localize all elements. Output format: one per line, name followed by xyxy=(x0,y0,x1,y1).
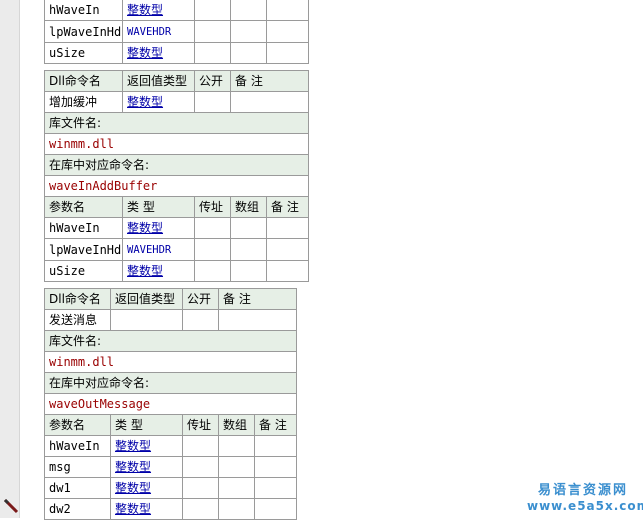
col-param-type: 类 型 xyxy=(110,414,183,436)
param-row: uSize 整数型 xyxy=(44,42,309,64)
param-array xyxy=(230,42,267,64)
dll-block-3-header: Dll命令名 返回值类型 公开 备 注 发送消息 库文件名: winmm.dll… xyxy=(44,288,297,415)
dll-block-1-params: hWaveIn 整数型 lpWaveInHdr WAVEHDR uSize 整数… xyxy=(44,0,309,64)
param-type: WAVEHDR xyxy=(127,244,172,256)
cmd-name: 增加缓冲 xyxy=(44,91,123,113)
dll-block-2-params: 参数名 类 型 传址 数组 备 注 hWaveIn 整数型 lpWaveInHd… xyxy=(44,196,309,282)
param-type-link[interactable]: 整数型 xyxy=(127,46,163,60)
param-row: hWaveIn 整数型 xyxy=(44,217,309,239)
col-param-note: 备 注 xyxy=(254,414,297,436)
param-array xyxy=(230,0,267,21)
param-header-row: 参数名 类 型 传址 数组 备 注 xyxy=(44,196,309,218)
param-type-link[interactable]: 整数型 xyxy=(115,502,151,516)
lib-value: winmm.dll xyxy=(44,133,309,155)
col-public: 公开 xyxy=(194,70,231,92)
param-row: lpWaveInHdr WAVEHDR xyxy=(44,20,309,43)
param-name: hWaveIn xyxy=(44,217,123,239)
entry-label: 在库中对应命令名: xyxy=(44,154,309,176)
param-type-link[interactable]: 整数型 xyxy=(127,3,163,17)
param-row: hWaveIn 整数型 xyxy=(44,435,297,457)
col-dll-cmd: Dll命令名 xyxy=(44,70,123,92)
col-note: 备 注 xyxy=(230,70,309,92)
lib-label: 库文件名: xyxy=(44,330,297,352)
cmd-public xyxy=(194,91,231,113)
param-name: hWaveIn xyxy=(44,0,123,21)
watermark-title: 易语言资源网 xyxy=(537,483,628,498)
param-name: hWaveIn xyxy=(44,435,111,457)
param-name: uSize xyxy=(44,42,123,64)
param-note xyxy=(266,0,309,21)
col-return-type: 返回值类型 xyxy=(110,288,183,310)
param-row: dw1 整数型 xyxy=(44,477,297,499)
param-type-link[interactable]: 整数型 xyxy=(115,481,151,495)
watermark-url: www.e5a5x.com xyxy=(527,499,643,513)
param-byref xyxy=(194,42,231,64)
col-return-type: 返回值类型 xyxy=(122,70,195,92)
dll-block-2-header: Dll命令名 返回值类型 公开 备 注 增加缓冲 整数型 库文件名: winmm… xyxy=(44,70,309,197)
param-header-row: 参数名 类 型 传址 数组 备 注 xyxy=(44,414,297,436)
param-note xyxy=(266,20,309,43)
param-array xyxy=(230,20,267,43)
param-type: WAVEHDR xyxy=(127,26,172,38)
param-name: lpWaveInHdr xyxy=(44,238,123,261)
entry-value: waveOutMessage xyxy=(44,393,297,415)
header-row: Dll命令名 返回值类型 公开 备 注 xyxy=(44,288,297,310)
param-row: uSize 整数型 xyxy=(44,260,309,282)
cmd-public xyxy=(182,309,219,331)
col-param-byref: 传址 xyxy=(194,196,231,218)
cmd-return-type xyxy=(110,309,183,331)
param-name: dw2 xyxy=(44,498,111,520)
pen-icon xyxy=(3,498,19,514)
col-param-array: 数组 xyxy=(218,414,255,436)
left-gutter xyxy=(0,0,20,518)
cmd-row: 增加缓冲 整数型 xyxy=(44,91,309,113)
param-name: uSize xyxy=(44,260,123,282)
col-param-note: 备 注 xyxy=(266,196,309,218)
col-param-type: 类 型 xyxy=(122,196,195,218)
col-dll-cmd: Dll命令名 xyxy=(44,288,111,310)
entry-value: waveInAddBuffer xyxy=(44,175,309,197)
col-note: 备 注 xyxy=(218,288,297,310)
cmd-note xyxy=(230,91,309,113)
col-public: 公开 xyxy=(182,288,219,310)
param-type-link[interactable]: 整数型 xyxy=(115,439,151,453)
cmd-name: 发送消息 xyxy=(44,309,111,331)
param-row: lpWaveInHdr WAVEHDR xyxy=(44,238,309,261)
param-row: hWaveIn 整数型 xyxy=(44,0,309,21)
param-type-link[interactable]: 整数型 xyxy=(127,221,163,235)
param-byref xyxy=(194,0,231,21)
param-type-link[interactable]: 整数型 xyxy=(127,264,163,278)
col-param-name: 参数名 xyxy=(44,414,111,436)
entry-label: 在库中对应命令名: xyxy=(44,372,297,394)
cmd-row: 发送消息 xyxy=(44,309,297,331)
dll-block-3-params: 参数名 类 型 传址 数组 备 注 hWaveIn 整数型 msg 整数型 dw… xyxy=(44,414,297,520)
cmd-note xyxy=(218,309,297,331)
param-row: dw2 整数型 xyxy=(44,498,297,520)
param-name: dw1 xyxy=(44,477,111,499)
param-row: msg 整数型 xyxy=(44,456,297,478)
param-type-link[interactable]: 整数型 xyxy=(115,460,151,474)
param-name: msg xyxy=(44,456,111,478)
lib-label: 库文件名: xyxy=(44,112,309,134)
col-param-byref: 传址 xyxy=(182,414,219,436)
param-byref xyxy=(194,20,231,43)
param-note xyxy=(266,42,309,64)
col-param-array: 数组 xyxy=(230,196,267,218)
return-type-link[interactable]: 整数型 xyxy=(127,95,163,109)
col-param-name: 参数名 xyxy=(44,196,123,218)
header-row: Dll命令名 返回值类型 公开 备 注 xyxy=(44,70,309,92)
watermark: 易语言资源网 www.e5a5x.com xyxy=(527,483,643,513)
param-name: lpWaveInHdr xyxy=(44,20,123,43)
lib-value: winmm.dll xyxy=(44,351,297,373)
